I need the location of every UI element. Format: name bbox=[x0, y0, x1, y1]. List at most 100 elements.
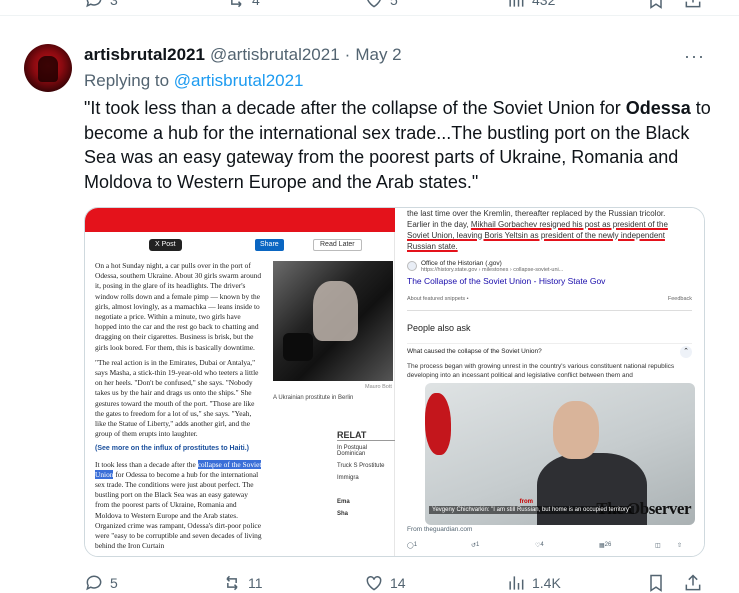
bookmark-button[interactable] bbox=[646, 573, 666, 593]
tweet-media[interactable]: X Post Share Read Later On a hot Sunday … bbox=[84, 207, 705, 557]
avatar[interactable] bbox=[24, 44, 72, 92]
like-count: 5 bbox=[390, 0, 398, 8]
x-post-button: X Post bbox=[149, 239, 182, 251]
paa-answer: The process began with growing unrest in… bbox=[407, 363, 675, 379]
views-button[interactable]: 1.4K bbox=[506, 573, 561, 593]
source-name: Office of the Historian (.gov) bbox=[421, 260, 502, 267]
related-item: Ema bbox=[337, 499, 350, 505]
count: 4 bbox=[540, 542, 544, 548]
article-paragraph: On a hot Sunday night, a car pulls over … bbox=[95, 261, 262, 352]
paa-question: What caused the collapse of the Soviet U… bbox=[407, 343, 692, 358]
share-button[interactable] bbox=[683, 573, 703, 593]
repost-button[interactable]: 11 bbox=[222, 573, 263, 593]
tweet-date[interactable]: May 2 bbox=[355, 45, 401, 65]
bookmark-icon bbox=[650, 574, 662, 592]
linkedin-share-button: Share bbox=[255, 239, 284, 251]
count: 1 bbox=[476, 542, 480, 548]
count: 26 bbox=[604, 542, 612, 548]
embedded-like-count: ♡ 4 bbox=[535, 542, 544, 549]
embedded-reply-count: ◯ 1 bbox=[407, 542, 418, 549]
embedded-repost-count: ↺ 1 bbox=[471, 542, 480, 549]
people-also-ask-title: People also ask bbox=[407, 323, 471, 333]
article-paragraph: It took less than a decade after the col… bbox=[95, 459, 263, 552]
heart-icon bbox=[367, 0, 381, 8]
globe-icon bbox=[407, 261, 417, 271]
related-title: RELAT bbox=[337, 430, 397, 441]
tweet-text-bold: Odessa bbox=[625, 98, 691, 118]
source-title: The Collapse of the Soviet Union - Histo… bbox=[407, 276, 606, 286]
tweet-text-start: "It took less than a decade after the co… bbox=[84, 98, 626, 118]
replying-to-mention[interactable]: @artisbrutal2021 bbox=[174, 71, 304, 90]
chevron-up-icon: ⌃ bbox=[680, 346, 692, 358]
share-row: X Post Share Read Later bbox=[85, 239, 395, 253]
guardian-caption: Yevgeny Chichvarkin: "I am still Russian… bbox=[429, 506, 635, 514]
article-more-link: (See more on the influx of prostitutes t… bbox=[95, 445, 250, 453]
tweet-actions: 5 11 14 1.4K bbox=[0, 571, 739, 593]
bar-chart-icon bbox=[509, 576, 524, 590]
article-screenshot[interactable]: X Post Share Read Later On a hot Sunday … bbox=[85, 208, 397, 556]
repost-icon bbox=[231, 0, 242, 8]
repost-button[interactable]: 4 bbox=[226, 0, 260, 10]
search-source: Office of the Historian (.gov) https://h… bbox=[407, 260, 692, 286]
guardian-source: From theguardian.com bbox=[407, 526, 473, 533]
reply-count: 5 bbox=[110, 575, 118, 591]
feedback-link: Feedback bbox=[667, 296, 692, 302]
embedded-view-count: ▦ 26 bbox=[599, 542, 612, 549]
snippet-footer: About featured snippets • Feedback bbox=[407, 296, 692, 302]
bookmark-icon bbox=[650, 0, 662, 9]
article-header-bar bbox=[85, 208, 395, 232]
related-item: Immigra bbox=[337, 475, 359, 481]
bar-chart-icon bbox=[509, 0, 524, 7]
tweet-text: "It took less than a decade after the co… bbox=[84, 96, 714, 194]
display-name[interactable]: artisbrutal2021 bbox=[84, 45, 205, 65]
search-screenshot[interactable]: the last time over the Kremlin, thereaft… bbox=[395, 208, 704, 556]
reply-icon bbox=[86, 0, 102, 8]
reply-button[interactable]: 5 bbox=[84, 573, 118, 593]
tweet-header: artisbrutal2021 @artisbrutal2021 · May 2 bbox=[84, 45, 402, 65]
views-button[interactable]: 432 bbox=[506, 0, 555, 10]
like-count: 14 bbox=[390, 575, 406, 591]
reply-count: 3 bbox=[110, 0, 118, 8]
user-handle[interactable]: @artisbrutal2021 bbox=[210, 45, 340, 65]
view-count: 432 bbox=[532, 0, 556, 8]
related-item: In Postqual Dominican bbox=[337, 445, 368, 457]
article-text: for Odessa to become a hub for the inter… bbox=[95, 469, 262, 551]
share-icon bbox=[685, 0, 701, 8]
like-button[interactable]: 5 bbox=[364, 0, 398, 10]
share-icon bbox=[685, 574, 701, 591]
separator: · bbox=[344, 45, 351, 64]
replying-to: Replying to @artisbrutal2021 bbox=[84, 71, 304, 91]
share-button[interactable] bbox=[683, 0, 703, 10]
related-sidebar: RELAT In Postqual Dominican Truck S Pros… bbox=[337, 430, 397, 523]
replying-to-label: Replying to bbox=[84, 71, 170, 90]
about-snippets: About featured snippets • bbox=[407, 296, 469, 302]
divider bbox=[407, 310, 692, 311]
question-text: What caused the collapse of the Soviet U… bbox=[407, 348, 542, 355]
like-button[interactable]: 14 bbox=[364, 573, 406, 593]
photo-credit: Mauro Bott bbox=[365, 384, 392, 390]
article-photo bbox=[273, 261, 393, 381]
reply-button[interactable]: 3 bbox=[84, 0, 118, 10]
more-options-icon[interactable]: ··· bbox=[684, 46, 705, 67]
lobster-shape bbox=[425, 393, 451, 455]
guardian-from: from bbox=[519, 499, 533, 505]
bookmark-button[interactable] bbox=[646, 0, 666, 10]
related-item: Sha bbox=[337, 511, 349, 517]
repost-count: 4 bbox=[252, 0, 260, 8]
photo-caption: A Ukrainian prostitute in Berlin bbox=[273, 395, 354, 401]
embedded-share-icon: ⇧ bbox=[677, 543, 683, 549]
view-count: 1.4K bbox=[532, 575, 561, 591]
article-text: It took less than a decade after the bbox=[95, 459, 198, 469]
repost-count: 11 bbox=[248, 575, 263, 591]
article-paragraph: "The real action is in the Emirates, Dub… bbox=[95, 357, 259, 439]
heart-icon bbox=[366, 575, 382, 591]
article-body: On a hot Sunday night, a car pulls over … bbox=[95, 261, 263, 556]
embedded-actions: ◯ 1 ↺ 1 ♡ 4 ▦ 26 ◫ ⇧ bbox=[407, 542, 692, 552]
previous-tweet-actions: 3 4 5 432 bbox=[0, 0, 739, 16]
repost-icon bbox=[226, 575, 238, 591]
read-later-button: Read Later bbox=[313, 239, 362, 251]
source-url: https://history.state.gov › milestones ›… bbox=[421, 267, 564, 273]
person-face bbox=[553, 401, 599, 459]
related-item: Truck S Prostitute bbox=[337, 463, 385, 469]
embedded-bookmark-icon: ◫ bbox=[655, 543, 661, 549]
